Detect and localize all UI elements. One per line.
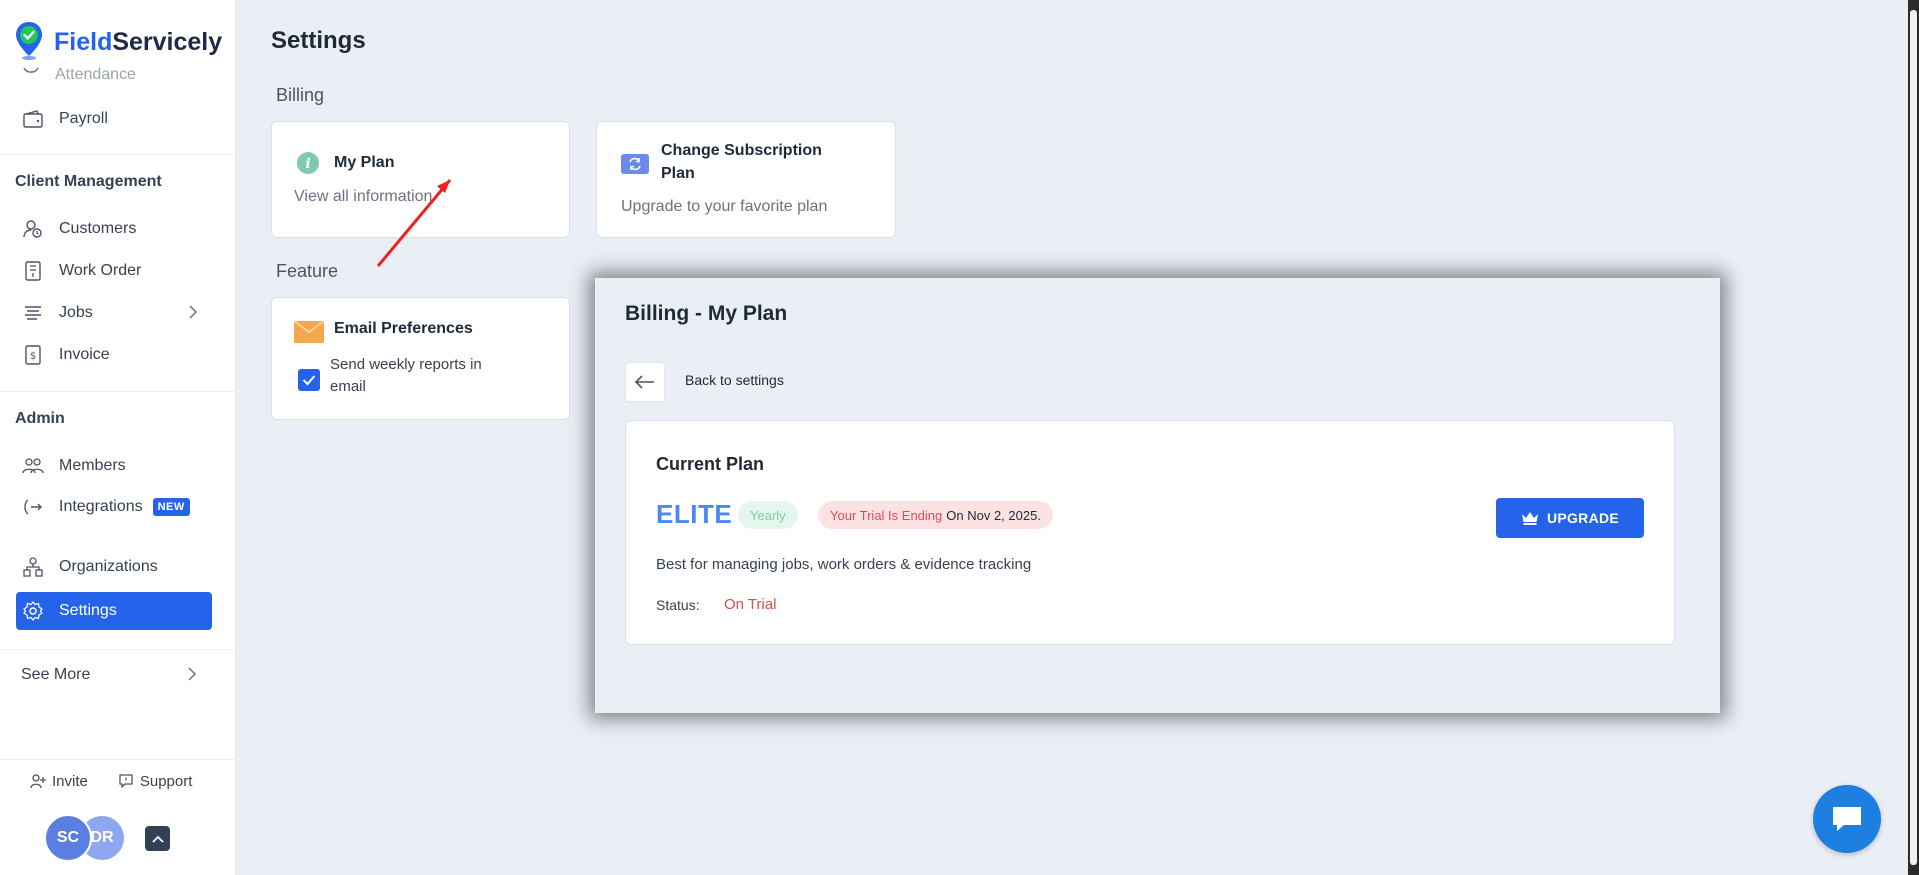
status-label: Status: [656,597,700,613]
sidebar-item-label: Members [59,457,126,474]
chevron-up-icon [151,835,164,843]
scrollbar-thumb[interactable] [1910,10,1917,865]
status-value: On Trial [724,596,777,613]
work-order-icon [22,260,44,282]
sidebar-item-settings[interactable]: Settings [16,592,212,630]
sidebar-item-organizations[interactable]: Organizations [16,550,212,584]
members-icon [22,455,44,477]
sidebar-item-label: Invoice [59,346,110,363]
section-title-admin: Admin [15,410,65,427]
svg-text:i: i [305,156,310,172]
checkbox-label-line2: email [330,378,366,395]
collapse-button[interactable] [145,826,170,851]
wallet-icon [22,108,44,130]
sidebar: FieldServicely Attendance Payroll Client… [0,0,236,875]
app-logo[interactable]: FieldServicely [14,20,222,65]
plan-description: Best for managing jobs, work orders & ev… [656,556,1032,573]
new-badge: NEW [152,498,190,516]
email-preferences-card: Email Preferences Send weekly reports in… [271,297,570,420]
trial-ending-badge: Your Trial Is Ending On Nov 2, 2025. [818,501,1053,529]
integrations-icon [22,496,44,518]
upgrade-label: UPGRADE [1546,510,1620,526]
divider [0,649,235,650]
organizations-icon [22,556,44,578]
page-title: Settings [271,27,366,54]
sidebar-item-members[interactable]: Members [16,449,212,483]
add-user-icon [30,773,46,789]
sidebar-item-jobs[interactable]: Jobs [16,296,212,330]
sidebar-item-label: Settings [59,602,117,619]
card-description: Upgrade to your favorite plan [621,198,828,215]
sidebar-item-work-order[interactable]: Work Order [16,254,212,288]
billing-cycle-badge: Yearly [738,501,798,529]
back-button[interactable] [625,362,665,402]
see-more-label: See More [21,666,91,683]
invite-label: Invite [52,772,88,790]
weekly-reports-checkbox[interactable] [298,369,320,391]
section-title-client-management: Client Management [15,173,162,190]
sidebar-item-customers[interactable]: Customers [16,212,212,246]
billing-section-title: Billing [276,85,325,105]
checkbox-label-line1: Send weekly reports in [330,356,482,373]
chat-support-button[interactable] [1813,785,1881,853]
refresh-icon [621,154,649,179]
envelope-icon [293,320,325,348]
arrow-left-icon [635,375,655,389]
invoice-icon: $ [22,344,44,366]
current-plan-card: Current Plan ELITE Yearly Your Trial Is … [625,420,1675,645]
list-icon [22,302,44,324]
trial-date: On Nov 2, 2025. [946,507,1041,523]
annotation-arrow-icon [370,172,460,277]
change-subscription-card[interactable]: Change Subscription Plan Upgrade to your… [596,121,896,238]
crown-icon [1521,511,1539,525]
chat-bubble-icon [1830,804,1864,834]
bottom-links: Invite Support [0,759,235,802]
current-plan-title: Current Plan [656,454,765,474]
card-title-line1: Change Subscription [661,142,822,159]
gear-icon [22,600,44,622]
support-chat-icon [118,773,134,789]
divider [0,391,235,392]
chevron-right-icon [188,304,198,325]
avatar[interactable]: SC [44,814,92,862]
card-title: My Plan [334,154,395,171]
sidebar-item-invoice[interactable]: $ Invoice [16,338,212,372]
attendance-icon [22,66,40,85]
checkmark-icon [302,374,316,386]
card-title-line2: Plan [661,165,695,182]
sidebar-item-payroll[interactable]: Payroll [16,102,212,136]
sidebar-item-label: Work Order [59,262,142,279]
location-pin-logo-icon [14,20,44,65]
back-to-settings-link[interactable]: Back to settings [685,372,784,388]
sidebar-item-attendance[interactable]: Attendance [55,66,136,80]
see-more-button[interactable]: See More [15,658,211,692]
billing-my-plan-panel: Billing - My Plan Back to settings Curre… [595,278,1720,713]
trial-label: Your Trial Is Ending [830,507,943,523]
sidebar-item-integrations[interactable]: Integrations NEW [16,490,212,524]
sidebar-item-label: Payroll [59,110,108,127]
app-name: FieldServicely [54,28,223,56]
customer-icon [22,218,44,240]
invite-button[interactable]: Invite [30,773,88,790]
plan-name: ELITE [656,499,733,529]
divider [0,154,235,155]
svg-text:$: $ [30,351,36,362]
panel-title: Billing - My Plan [625,302,788,325]
info-icon: i [296,151,320,180]
sidebar-item-label: Integrations [59,498,143,515]
chevron-right-icon [187,666,197,687]
card-title: Email Preferences [334,320,473,337]
support-label: Support [139,772,193,790]
support-button[interactable]: Support [118,772,193,790]
sidebar-item-label: Organizations [59,558,158,575]
feature-section-title: Feature [276,261,339,281]
upgrade-button[interactable]: UPGRADE [1496,498,1644,538]
sidebar-item-label: Customers [59,220,137,237]
sidebar-item-label: Jobs [59,304,93,321]
